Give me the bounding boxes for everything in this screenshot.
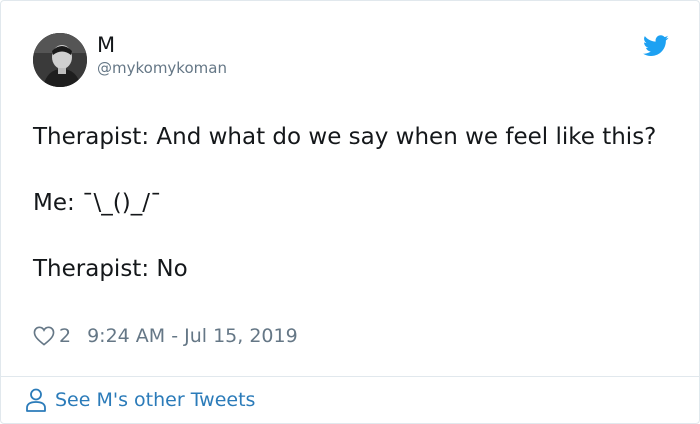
person-icon — [25, 387, 47, 413]
tweet-meta: 2 9:24 AM - Jul 15, 2019 — [33, 321, 298, 351]
tweet-card: M @mykomykoman Therapist: And what do we… — [0, 0, 700, 424]
avatar[interactable] — [33, 33, 87, 87]
display-name[interactable]: M — [97, 33, 115, 57]
tweet-timestamp[interactable]: 9:24 AM - Jul 15, 2019 — [87, 325, 298, 347]
tweet-line-me-shrug: Me: ¯\_()_/¯ — [33, 190, 162, 216]
tweet-line-therapist-no: Therapist: No — [33, 256, 188, 282]
twitter-bird-icon[interactable] — [643, 35, 669, 57]
like-count[interactable]: 2 — [59, 325, 71, 347]
tweet-line-therapist-question: Therapist: And what do we say when we fe… — [33, 124, 657, 150]
avatar-photo — [33, 33, 87, 87]
divider — [1, 376, 699, 377]
user-handle[interactable]: @mykomykoman — [97, 59, 227, 77]
heart-icon[interactable] — [33, 326, 55, 346]
see-other-tweets-label[interactable]: See M's other Tweets — [55, 389, 255, 411]
tweet-text: Therapist: And what do we say when we fe… — [33, 121, 673, 286]
see-other-tweets-link[interactable]: See M's other Tweets — [25, 385, 255, 415]
